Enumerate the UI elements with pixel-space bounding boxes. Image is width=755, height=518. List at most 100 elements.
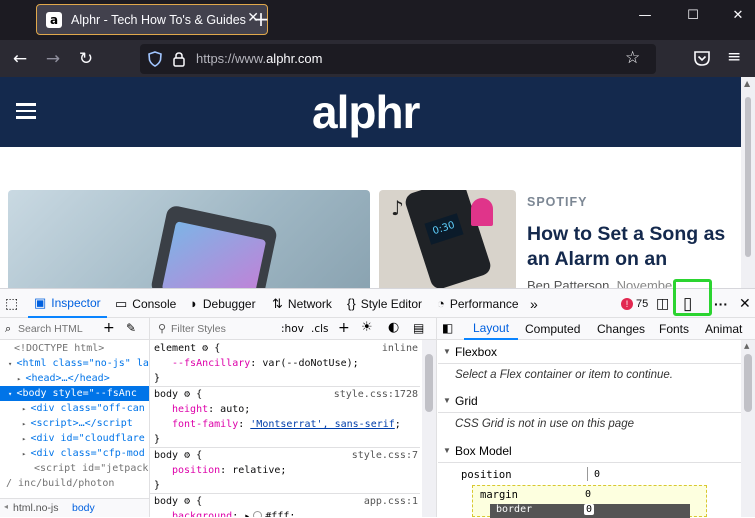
search-icon: ⌕ <box>5 322 12 335</box>
error-icon: ! <box>621 297 633 310</box>
hov-toggle[interactable]: :hov <box>281 323 304 335</box>
breadcrumb-body[interactable]: body <box>72 502 95 514</box>
rule-selector[interactable]: body ⚙ {style.css:7 <box>154 448 424 463</box>
rule-declaration[interactable]: font-family: 'Montserrat', sans-serif; <box>172 417 401 432</box>
markup-line[interactable]: <script id="jetpack <box>34 461 148 476</box>
rule-close: } <box>154 480 161 491</box>
navigation-toolbar: ← → ↻ https://www.alphr.com ☆ ≡ <box>0 40 755 77</box>
web-page: alphr 0:30 ♪ SPOTIFY How to Set a Song a… <box>0 77 741 288</box>
browser-tab[interactable]: a Alphr - Tech How To's & Guides ✕ <box>36 4 268 35</box>
maximize-icon[interactable]: ☐ <box>678 8 708 23</box>
tab-animations[interactable]: Animat <box>705 318 742 340</box>
page-scrollbar[interactable]: ▲ <box>741 77 755 288</box>
more-tabs-chevron-icon[interactable]: » <box>530 289 538 318</box>
rule-close: } <box>154 373 161 384</box>
article-category[interactable]: SPOTIFY <box>527 195 587 209</box>
box-model-section-header[interactable]: ▼ Box Model <box>438 439 741 463</box>
devtools-panels: ⌕ Search HTML + ✎ <!DOCTYPE html> ▾ <htm… <box>0 318 755 518</box>
tab-network[interactable]: ⇅ Network <box>272 289 332 318</box>
tab-changes[interactable]: Changes <box>597 318 645 340</box>
layout-scrollbar[interactable]: ▲ <box>741 340 755 517</box>
rules-scrollbar[interactable] <box>422 340 436 517</box>
tab-computed[interactable]: Computed <box>525 318 580 340</box>
markup-line[interactable]: ▸ <div id="cloudflare <box>22 431 145 446</box>
site-logo[interactable]: alphr <box>312 85 420 139</box>
menu-icon[interactable]: ≡ <box>727 47 741 67</box>
tab-fonts[interactable]: Fonts <box>659 318 689 340</box>
network-icon: ⇅ <box>272 295 283 311</box>
flexbox-section-header[interactable]: ▼ Flexbox <box>438 340 741 364</box>
box-model-position-label: position <box>461 469 512 481</box>
article-byline: Ben Patterson Novembe <box>527 278 673 288</box>
rule-declaration[interactable]: background: ▸ #fff; <box>172 509 295 517</box>
lock-icon[interactable] <box>172 51 186 67</box>
site-header: alphr <box>0 77 741 147</box>
markup-line-selected[interactable]: ▾ <body style="--fsAnc <box>0 386 149 401</box>
bookmark-star-icon[interactable]: ☆ <box>625 48 640 68</box>
rule-source: style.css:1728 <box>333 389 418 400</box>
tab-style-editor[interactable]: {} Style Editor <box>347 289 422 318</box>
style-editor-icon: {} <box>347 296 356 311</box>
box-model-position-value[interactable]: 0 <box>594 469 600 480</box>
margin-value[interactable]: 0 <box>585 489 591 500</box>
pocket-icon[interactable] <box>693 50 711 67</box>
tab-debugger[interactable]: ◗ Debugger <box>190 289 256 318</box>
hamburger-menu-icon[interactable] <box>16 103 36 119</box>
tab-console[interactable]: ▭ Console <box>115 289 176 318</box>
markup-line[interactable]: ▸ <script>…</script <box>22 416 133 431</box>
print-icon[interactable]: ▤ <box>413 321 424 335</box>
eyedropper-icon[interactable]: ✎ <box>126 321 136 335</box>
add-rule-icon[interactable]: + <box>338 320 350 336</box>
rule-source: style.css:7 <box>351 450 418 461</box>
markup-line[interactable]: ▾ <html class="no-js" la <box>8 356 149 371</box>
article-headline[interactable]: How to Set a Song as an Alarm on an <box>527 222 737 272</box>
filter-icon: ⚲ <box>158 322 167 335</box>
border-value[interactable]: 0 <box>584 504 595 515</box>
rule-declaration[interactable]: --fsAncillary: var(--doNotUse); <box>172 356 359 371</box>
split-console-icon[interactable]: ◫ <box>656 289 669 318</box>
rule-declaration[interactable]: position: relative; <box>172 463 286 478</box>
minimize-icon[interactable]: — <box>630 8 660 23</box>
markup-line[interactable]: <!DOCTYPE html> <box>14 341 104 356</box>
toggle-sidebar-icon[interactable]: ◧ <box>442 321 453 335</box>
url-bar[interactable]: https://www.alphr.com ☆ <box>140 44 656 74</box>
close-devtools-icon[interactable]: ✕ <box>739 289 751 318</box>
add-node-icon[interactable]: + <box>103 320 115 336</box>
article-image[interactable] <box>8 190 370 288</box>
error-count[interactable]: ! 75 <box>621 289 648 318</box>
rule-declaration[interactable]: height: auto; <box>172 402 250 417</box>
breadcrumb-html[interactable]: html.no-js <box>13 502 59 514</box>
rule-selector[interactable]: body ⚙ {app.css:1 <box>154 494 424 509</box>
rule-selector[interactable]: body ⚙ {style.css:1728 <box>154 387 424 402</box>
markup-line[interactable]: ▸ <div class="cfp-mod <box>22 446 145 461</box>
box-model-border: border 0 <box>490 504 690 518</box>
reload-icon[interactable]: ↻ <box>75 48 97 70</box>
element-picker-icon[interactable]: ⬚ <box>5 289 18 318</box>
tab-performance[interactable]: ◔ Performance <box>437 289 519 318</box>
article-image-spotify[interactable]: 0:30 ♪ <box>379 190 516 288</box>
inspector-icon: ▣ <box>34 294 47 310</box>
shield-icon[interactable] <box>147 51 163 67</box>
grid-section-header[interactable]: ▼ Grid <box>438 389 741 413</box>
back-icon[interactable]: ← <box>9 48 31 70</box>
tab-title: Alphr - Tech How To's & Guides <box>71 12 246 27</box>
search-html-input[interactable]: Search HTML <box>18 323 83 335</box>
cls-toggle[interactable]: .cls <box>311 323 329 335</box>
margin-label: margin <box>480 489 518 501</box>
new-tab-button[interactable]: + <box>250 6 272 32</box>
forward-icon[interactable]: → <box>42 48 64 70</box>
responsive-design-mode-highlight <box>673 279 712 316</box>
markup-line[interactable]: / inc/build/photon <box>6 476 114 491</box>
tab-inspector[interactable]: ▣ Inspector <box>28 289 107 318</box>
markup-line[interactable]: ▸ <div class="off-can <box>22 401 145 416</box>
markup-line[interactable]: ▸ <head>…</head> <box>17 371 110 386</box>
window-close-icon[interactable]: ✕ <box>723 8 753 23</box>
more-options-icon[interactable]: ··· <box>714 289 728 318</box>
filter-styles-input[interactable]: Filter Styles <box>171 323 226 335</box>
dark-scheme-icon[interactable]: ◐ <box>388 320 399 335</box>
title-bar: a Alphr - Tech How To's & Guides ✕ + — ☐… <box>0 0 755 40</box>
rules-panel: ⚲ Filter Styles :hov .cls + ☀ ◐ ▤ elemen… <box>150 318 437 517</box>
tab-layout[interactable]: Layout <box>464 318 519 340</box>
rule-selector[interactable]: element ⚙ {inline <box>154 341 424 356</box>
light-scheme-icon[interactable]: ☀ <box>361 320 373 335</box>
